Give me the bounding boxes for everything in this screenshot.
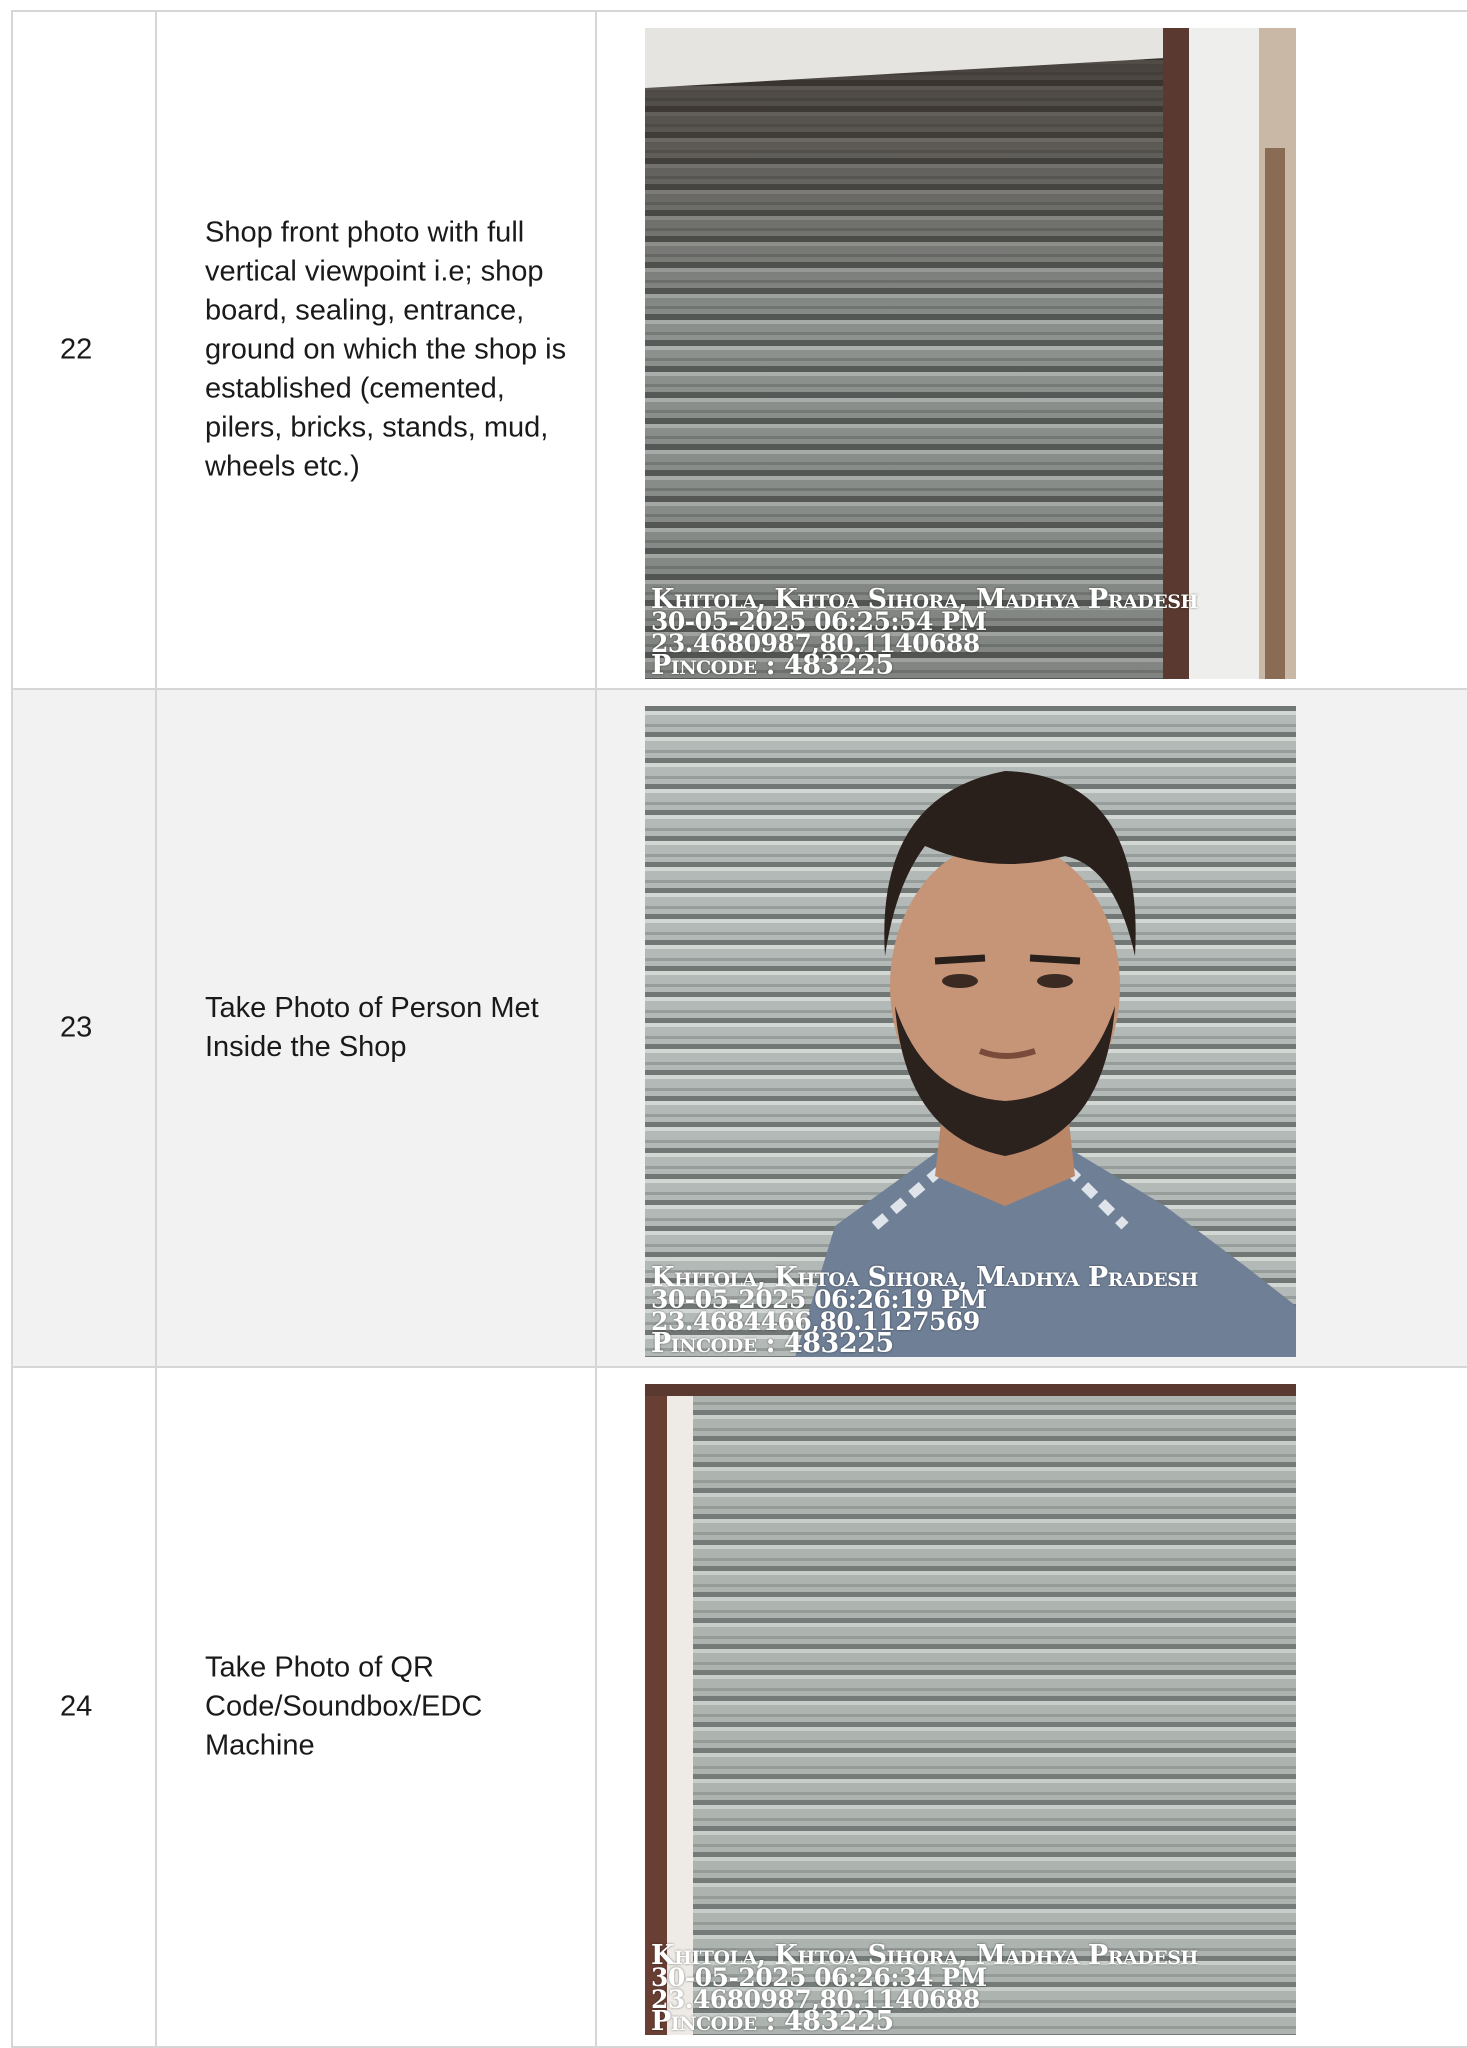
table-row-24: 24 Take Photo of QR Code/Soundbox/EDC Ma…	[11, 1368, 1467, 2048]
photo-cell: Khitola, Khtoa Sihora, Madhya Pradesh 30…	[597, 12, 1467, 688]
description-cell: Shop front photo with full vertical view…	[157, 12, 597, 688]
person-photo: Khitola, Khtoa Sihora, Madhya Pradesh 30…	[645, 706, 1296, 1357]
shop-front-photo: Khitola, Khtoa Sihora, Madhya Pradesh 30…	[645, 28, 1296, 679]
photo-cell: Khitola, Khtoa Sihora, Madhya Pradesh 30…	[597, 690, 1467, 1366]
serial-cell: 23	[11, 690, 157, 1366]
table-row-23: 23 Take Photo of Person Met Inside the S…	[11, 690, 1467, 1368]
serial-cell: 24	[11, 1368, 157, 2046]
geo-stamp: Khitola, Khtoa Sihora, Madhya Pradesh 30…	[645, 1263, 1296, 1357]
item-description: Take Photo of Person Met Inside the Shop	[205, 992, 539, 1063]
checklist-table: 22 Shop front photo with full vertical v…	[11, 10, 1467, 2048]
stamp-pincode: Pincode : 483225	[651, 2006, 894, 2035]
item-description: Shop front photo with full vertical view…	[205, 216, 567, 483]
photo-cell: Khitola, Khtoa Sihora, Madhya Pradesh 30…	[597, 1368, 1467, 2046]
serial-number: 23	[60, 1011, 93, 1044]
serial-number: 24	[60, 1690, 93, 1723]
geo-stamp: Khitola, Khtoa Sihora, Madhya Pradesh 30…	[645, 1941, 1296, 2035]
description-cell: Take Photo of QR Code/Soundbox/EDC Machi…	[157, 1368, 597, 2046]
item-description: Take Photo of QR Code/Soundbox/EDC Machi…	[205, 1651, 483, 1762]
stamp-pincode: Pincode : 483225	[651, 650, 894, 679]
table-row-22: 22 Shop front photo with full vertical v…	[11, 12, 1467, 690]
serial-cell: 22	[11, 12, 157, 688]
geo-stamp: Khitola, Khtoa Sihora, Madhya Pradesh 30…	[645, 585, 1296, 679]
stamp-pincode: Pincode : 483225	[651, 1328, 894, 1357]
qr-code-photo: Khitola, Khtoa Sihora, Madhya Pradesh 30…	[645, 1384, 1296, 2035]
description-cell: Take Photo of Person Met Inside the Shop	[157, 690, 597, 1366]
serial-number: 22	[60, 333, 93, 366]
